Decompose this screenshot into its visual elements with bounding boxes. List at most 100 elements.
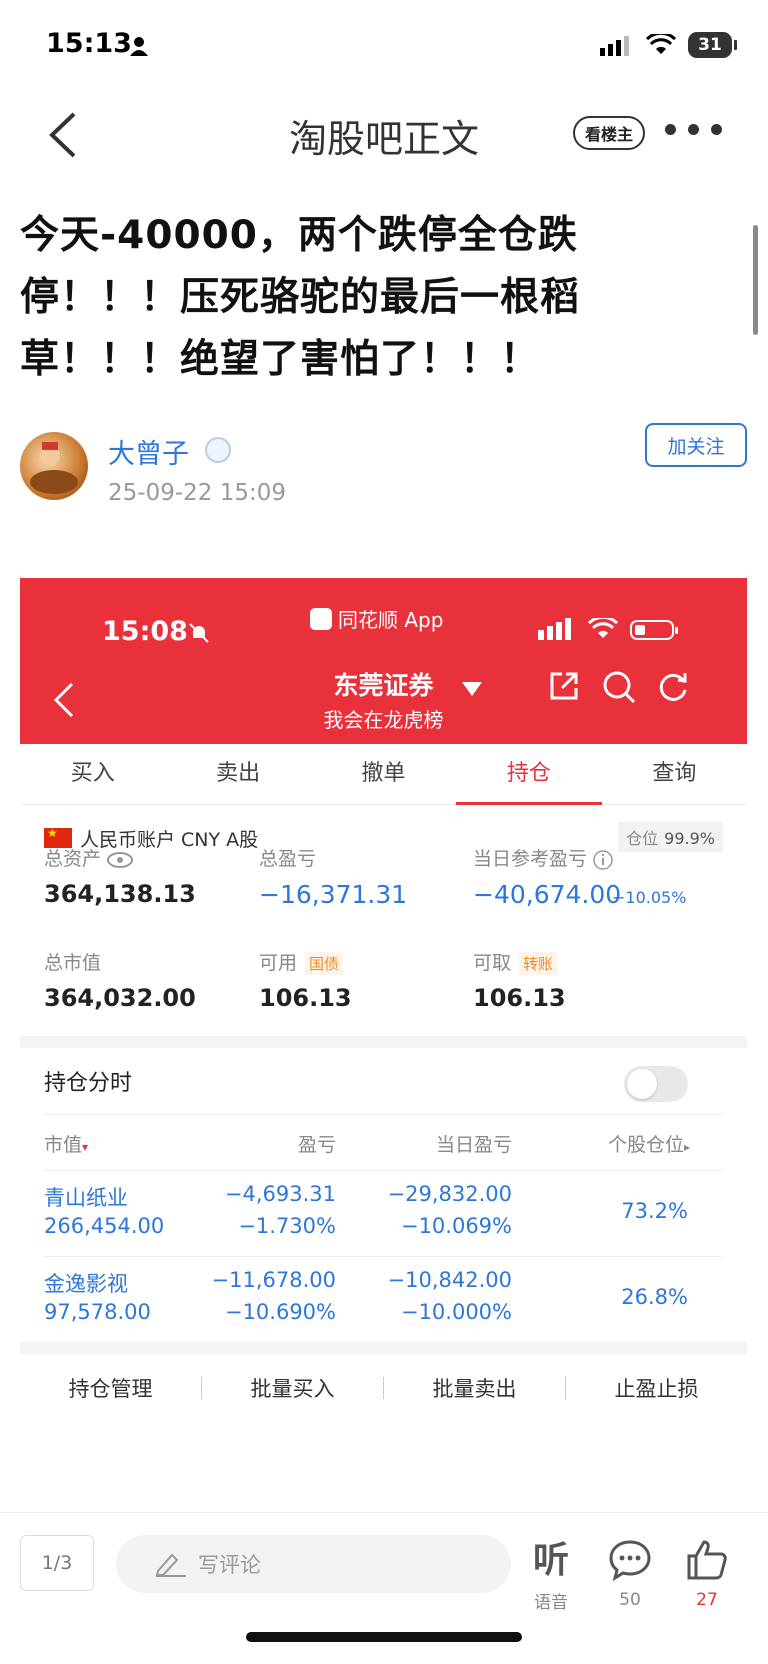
holding-weight: 73.2%	[621, 1199, 688, 1223]
available-label: 可用 国债	[259, 948, 344, 975]
day-pl-value: −40,674.00	[473, 880, 622, 909]
share-icon	[550, 672, 578, 700]
image-app-name: 同花顺 App	[338, 608, 444, 632]
battery-icon: 31	[688, 32, 737, 58]
available-value: 106.13	[259, 984, 352, 1012]
tab-sell: 卖出	[216, 761, 261, 786]
market-value-value: 364,032.00	[44, 984, 196, 1012]
day-pl-label: 当日参考盈亏	[473, 844, 613, 871]
holding-pl: −11,678.00	[211, 1268, 336, 1292]
broker-subtitle: 我会在龙虎榜	[323, 708, 444, 732]
wifi-icon	[588, 618, 618, 638]
position-label: 仓位	[626, 829, 659, 848]
like-button[interactable]: 27	[677, 1538, 737, 1610]
holding-pl-pct: −1.730%	[238, 1214, 336, 1238]
comments-button[interactable]: 50	[600, 1538, 660, 1610]
listen-icon: 听	[532, 1540, 569, 1581]
section-divider	[20, 1342, 747, 1354]
scrollbar[interactable]	[753, 225, 758, 335]
battery-icon	[630, 620, 678, 640]
total-assets-value: 364,138.13	[44, 880, 196, 908]
follow-button[interactable]: 加关注	[645, 423, 747, 467]
eye-icon	[107, 851, 134, 868]
image-tabs: 买入 卖出 撤单 持仓 查询	[20, 744, 747, 805]
holding-day-pct: −10.069%	[400, 1214, 512, 1238]
hold-time-label: 持仓分时	[44, 1071, 133, 1096]
dropdown-icon	[462, 682, 482, 696]
post-time: 25-09-22 15:09	[108, 480, 286, 506]
image-status-time: 15:08	[102, 616, 188, 647]
pen-icon	[155, 1553, 186, 1577]
listen-button[interactable]: 听 语音	[521, 1538, 581, 1613]
listen-label: 语音	[534, 1593, 568, 1613]
post-title: 今天-40000，两个跌停全仓跌停！！！压死骆驼的最后一根稻草！！！绝望了害怕了…	[20, 213, 581, 382]
person-icon	[130, 37, 148, 56]
avatar[interactable]	[20, 432, 88, 500]
search-icon	[603, 671, 636, 704]
total-pl-label: 总盈亏	[259, 848, 317, 870]
market-value-label: 总市值	[44, 952, 102, 974]
view-author-only-button[interactable]: 看楼主	[573, 116, 645, 150]
section-divider	[20, 1036, 747, 1048]
holding-market-value: 97,578.00	[44, 1300, 151, 1324]
tab-buy: 买入	[70, 761, 115, 786]
col-market-value: 市值▾	[44, 1134, 89, 1156]
post-image[interactable]: 15:08 同花顺 App 东莞证券 我会在龙虎榜 买入 卖出 撤单 持仓 查询…	[20, 578, 747, 1513]
tab-cancel: 撤单	[361, 761, 406, 786]
refresh-icon	[659, 673, 687, 701]
holding-weight: 26.8%	[621, 1285, 688, 1309]
author-name[interactable]: 大曾子	[108, 432, 189, 471]
batch-sell: 批量卖出	[432, 1377, 517, 1401]
thumbs-up-icon	[687, 1540, 727, 1580]
comment-input[interactable]: 写评论	[116, 1535, 511, 1593]
stop-profit-loss: 止盈止损	[614, 1377, 699, 1401]
holding-name: 金逸影视	[44, 1272, 128, 1296]
home-indicator[interactable]	[246, 1632, 522, 1642]
divider	[44, 1256, 723, 1257]
comment-placeholder: 写评论	[198, 1553, 261, 1577]
holding-day-pl: −29,832.00	[387, 1182, 512, 1206]
hold-time-toggle	[624, 1066, 688, 1102]
status-time: 15:13	[46, 28, 132, 59]
image-app-header: 15:08 同花顺 App 东莞证券 我会在龙虎榜	[20, 578, 747, 744]
chevron-right-icon: ▸	[683, 1140, 690, 1154]
like-count: 27	[696, 1590, 718, 1610]
total-pl-value: −16,371.31	[259, 880, 408, 909]
day-pl-pct: −10.05%	[612, 888, 687, 907]
position-badge: 仓位 99.9%	[618, 822, 723, 852]
divider	[44, 1170, 723, 1171]
transfer-tag: 转账	[519, 952, 558, 975]
batch-buy: 批量买入	[250, 1377, 335, 1401]
info-icon	[593, 849, 613, 870]
divider	[44, 1114, 723, 1115]
position-value: 99.9%	[664, 829, 715, 848]
holding-pl: −4,693.31	[224, 1182, 336, 1206]
holding-pl-pct: −10.690%	[224, 1300, 336, 1324]
wifi-icon	[646, 34, 676, 54]
col-day-pl: 当日盈亏	[435, 1134, 512, 1156]
app-icon	[310, 607, 332, 630]
holding-day-pct: −10.000%	[400, 1300, 512, 1324]
signal-icon	[538, 618, 571, 640]
col-weight: 个股仓位▸	[607, 1134, 690, 1156]
level-badge-icon	[205, 437, 231, 463]
withdrawable-label: 可取 转账	[473, 948, 558, 975]
tab-holdings: 持仓	[456, 744, 603, 805]
comment-icon	[609, 1540, 651, 1582]
holding-market-value: 266,454.00	[44, 1214, 165, 1238]
page-title: 淘股吧正文	[288, 117, 479, 161]
more-icon[interactable]	[665, 124, 722, 135]
comment-count: 50	[619, 1590, 641, 1610]
col-pl: 盈亏	[297, 1134, 336, 1156]
bell-off-icon	[189, 623, 209, 643]
image-app-label: 同花顺 App	[310, 604, 443, 633]
image-bottom-actions: 持仓管理 批量买入 批量卖出 止盈止损	[20, 1366, 747, 1410]
status-indicators: 31	[600, 32, 737, 58]
total-assets-label: 总资产	[44, 844, 134, 871]
manage-holdings: 持仓管理	[68, 1377, 153, 1401]
holding-day-pl: −10,842.00	[387, 1268, 512, 1292]
holding-name: 青山纸业	[44, 1186, 128, 1210]
page-indicator[interactable]: 1/3	[20, 1535, 94, 1591]
broker-name: 东莞证券	[333, 671, 434, 700]
signal-icon	[600, 36, 629, 56]
